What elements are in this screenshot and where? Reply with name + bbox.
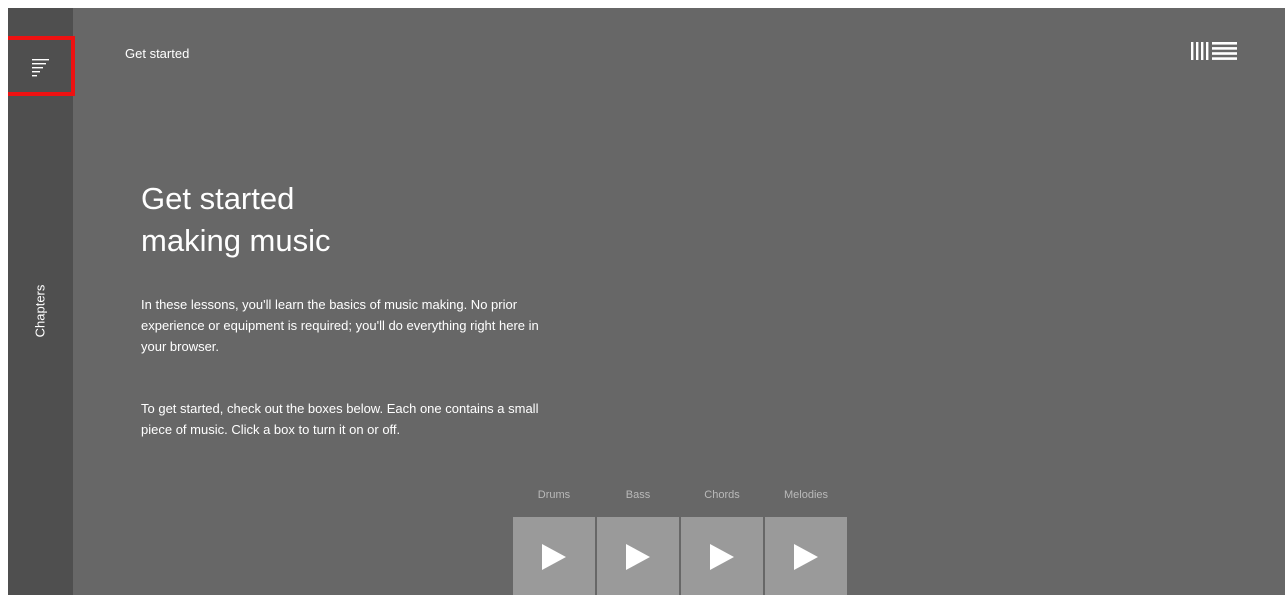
drums-pad[interactable] bbox=[513, 517, 595, 595]
pad-label-chords: Chords bbox=[704, 489, 740, 501]
play-icon bbox=[794, 544, 818, 570]
melodies-pad[interactable] bbox=[765, 517, 847, 595]
music-pads: Drums Bass Chords Melodies bbox=[513, 486, 849, 595]
pad-label-bass: Bass bbox=[625, 489, 651, 501]
pad-column-chords: Chords bbox=[681, 486, 763, 595]
breadcrumb: Get started bbox=[125, 46, 190, 61]
pad-column-bass: Bass bbox=[597, 486, 679, 595]
menu-lines-icon bbox=[31, 58, 49, 76]
chords-pad[interactable] bbox=[681, 517, 763, 595]
app-window: Chapters Get started Get started making … bbox=[8, 8, 1285, 595]
play-icon bbox=[542, 544, 566, 570]
page-title: Get started making music bbox=[141, 178, 541, 262]
bass-pad[interactable] bbox=[597, 517, 679, 595]
title-line-1: Get started bbox=[141, 181, 295, 216]
pad-column-melodies: Melodies bbox=[765, 486, 847, 595]
play-icon bbox=[710, 544, 734, 570]
menu-button[interactable] bbox=[8, 40, 73, 93]
pad-column-drums: Drums bbox=[513, 486, 595, 595]
chapters-toggle[interactable]: Chapters bbox=[33, 285, 48, 338]
instructions-paragraph: To get started, check out the boxes belo… bbox=[141, 401, 539, 437]
sidebar: Chapters bbox=[8, 8, 73, 595]
ableton-logo-icon[interactable] bbox=[1191, 42, 1239, 65]
play-icon bbox=[626, 544, 650, 570]
pad-label-drums: Drums bbox=[537, 489, 571, 501]
title-line-2: making music bbox=[141, 223, 331, 258]
pad-label-melodies: Melodies bbox=[783, 489, 829, 501]
intro-paragraph: In these lessons, you'll learn the basic… bbox=[141, 297, 539, 354]
